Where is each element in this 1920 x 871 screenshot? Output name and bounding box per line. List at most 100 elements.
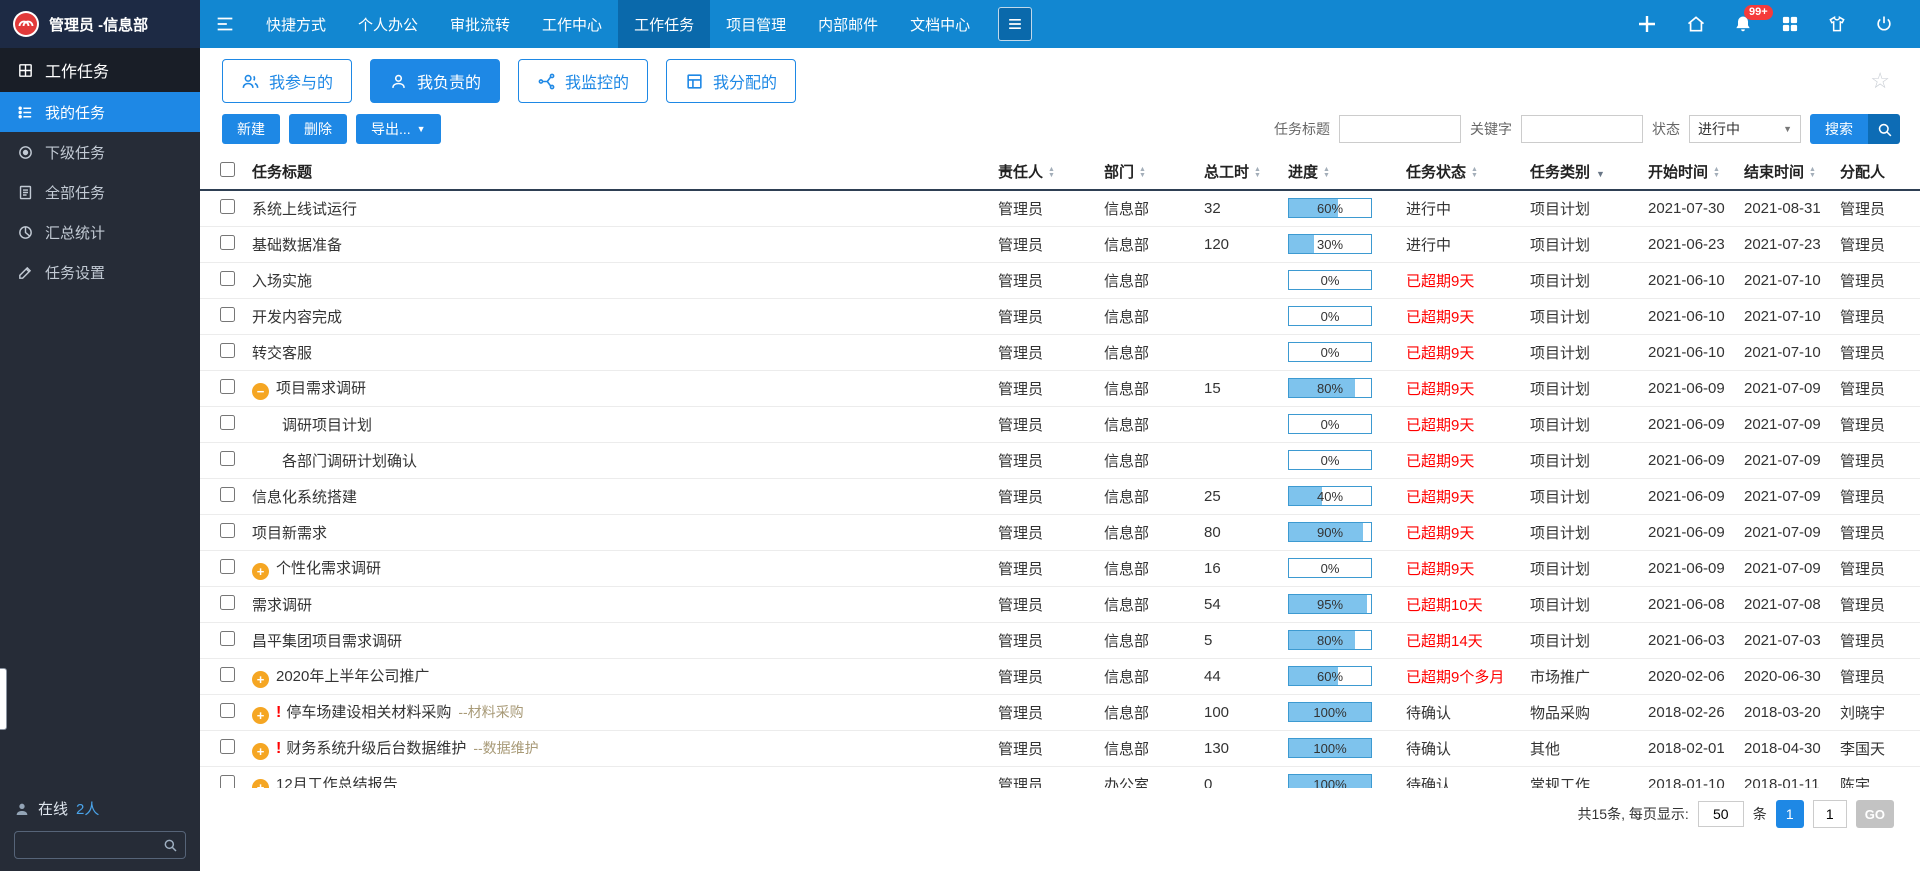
view-tab-我参与的[interactable]: 我参与的 bbox=[222, 59, 353, 103]
task-title-filter-input[interactable] bbox=[1339, 115, 1461, 143]
column-header-开始时间[interactable]: 开始时间 ▲ ▼ bbox=[1644, 154, 1740, 191]
sidebar-resize-handle[interactable] bbox=[0, 668, 7, 730]
task-title-link[interactable]: 系统上线试运行 bbox=[252, 201, 357, 218]
column-header-部门[interactable]: 部门 ▲ ▼ bbox=[1100, 154, 1200, 191]
collapse-icon[interactable]: − bbox=[252, 382, 269, 400]
row-checkbox[interactable] bbox=[220, 738, 235, 754]
task-title-link[interactable]: 各部门调研计划确认 bbox=[282, 453, 417, 470]
nav-menu-button[interactable] bbox=[200, 0, 250, 48]
row-checkbox[interactable] bbox=[220, 414, 235, 430]
sort-icon[interactable]: ▲ ▼ bbox=[1048, 166, 1055, 179]
table-row[interactable]: +2020年上半年公司推广 管理员 信息部 44 60% 已超期9个多月 市场推广 2020-… bbox=[200, 658, 1920, 695]
row-checkbox[interactable] bbox=[220, 594, 235, 610]
nav-item-快捷方式[interactable]: 快捷方式 bbox=[250, 0, 342, 48]
expand-icon[interactable]: + bbox=[252, 670, 269, 688]
keyword-filter-input[interactable] bbox=[1521, 115, 1643, 143]
task-title-link[interactable]: 入场实施 bbox=[252, 273, 312, 290]
more-menus-button[interactable] bbox=[998, 7, 1033, 41]
row-checkbox[interactable] bbox=[220, 486, 235, 502]
task-title-link[interactable]: 调研项目计划 bbox=[282, 417, 372, 434]
theme-icon[interactable] bbox=[1827, 14, 1847, 34]
nav-item-审批流转[interactable]: 审批流转 bbox=[434, 0, 526, 48]
expand-icon[interactable]: + bbox=[252, 562, 269, 580]
sidebar-search-icon[interactable] bbox=[162, 837, 178, 853]
task-title-link[interactable]: 开发内容完成 bbox=[252, 309, 342, 326]
column-header-进度[interactable]: 进度 ▲ ▼ bbox=[1284, 154, 1402, 191]
row-checkbox[interactable] bbox=[220, 378, 235, 394]
task-title-link[interactable]: 昌平集团项目需求调研 bbox=[252, 633, 402, 650]
sidebar-search-input[interactable] bbox=[14, 831, 186, 859]
task-title-link[interactable]: 停车场建设相关材料采购 bbox=[286, 704, 451, 721]
sidebar-item-汇总统计[interactable]: 汇总统计 bbox=[0, 212, 200, 252]
row-checkbox[interactable] bbox=[220, 306, 235, 322]
sort-icon[interactable]: ▲ ▼ bbox=[1713, 166, 1720, 179]
row-checkbox[interactable] bbox=[220, 450, 235, 466]
sidebar-item-全部任务[interactable]: 全部任务 bbox=[0, 172, 200, 212]
sort-icon[interactable]: ▲ ▼ bbox=[1809, 166, 1816, 179]
favorite-star-icon[interactable]: ☆ bbox=[1870, 70, 1890, 92]
apps-grid-icon[interactable] bbox=[1780, 14, 1800, 34]
filter-dropdown-icon[interactable]: ▼ bbox=[1596, 169, 1605, 179]
table-row[interactable]: 转交客服 管理员 信息部 0% 已超期9天 项目计划 2021-06-10 2021-07-1… bbox=[200, 334, 1920, 371]
sidebar-item-下级任务[interactable]: 下级任务 bbox=[0, 132, 200, 172]
task-title-link[interactable]: 转交客服 bbox=[252, 345, 312, 362]
row-checkbox[interactable] bbox=[220, 522, 235, 538]
new-button[interactable]: 新建 bbox=[222, 114, 280, 144]
table-row[interactable]: 各部门调研计划确认 管理员 信息部 0% 已超期9天 项目计划 2021-06-09 2021… bbox=[200, 442, 1920, 479]
nav-item-工作中心[interactable]: 工作中心 bbox=[526, 0, 618, 48]
current-page-button[interactable]: 1 bbox=[1775, 800, 1804, 828]
task-title-link[interactable]: 个性化需求调研 bbox=[276, 560, 381, 577]
nav-item-工作任务[interactable]: 工作任务 bbox=[618, 0, 711, 48]
row-checkbox[interactable] bbox=[220, 666, 235, 682]
search-button[interactable]: 搜索 bbox=[1810, 114, 1900, 144]
expand-icon[interactable]: + bbox=[252, 778, 269, 788]
table-row[interactable]: 基础数据准备 管理员 信息部 120 30% 进行中 项目计划 2021-06-23 2021-… bbox=[200, 226, 1920, 263]
table-row[interactable]: 昌平集团项目需求调研 管理员 信息部 5 80% 已超期14天 项目计划 2021-06-03… bbox=[200, 622, 1920, 659]
expand-icon[interactable]: + bbox=[252, 706, 269, 724]
sort-icon[interactable]: ▲ ▼ bbox=[1323, 166, 1330, 179]
delete-button[interactable]: 删除 bbox=[289, 114, 347, 144]
nav-item-项目管理[interactable]: 项目管理 bbox=[710, 0, 802, 48]
column-header-任务类别[interactable]: 任务类别 ▼ bbox=[1526, 154, 1644, 191]
row-checkbox[interactable] bbox=[220, 234, 235, 250]
row-checkbox[interactable] bbox=[220, 270, 235, 286]
export-button[interactable]: 导出... ▼ bbox=[356, 114, 441, 144]
sidebar-item-我的任务[interactable]: 我的任务 bbox=[0, 92, 200, 132]
online-users[interactable]: 在线 2人 bbox=[14, 798, 186, 819]
task-title-link[interactable]: 基础数据准备 bbox=[252, 237, 342, 254]
row-checkbox[interactable] bbox=[220, 630, 235, 646]
task-title-link[interactable]: 12月工作总结报告 bbox=[276, 776, 398, 789]
row-checkbox[interactable] bbox=[220, 774, 235, 788]
task-title-link[interactable]: 财务系统升级后台数据维护 bbox=[286, 740, 466, 757]
table-row[interactable]: +! 停车场建设相关材料采购 --材料采购 管理员 信息部 100 100% 待确认 物品采购 2… bbox=[200, 694, 1920, 731]
nav-item-文档中心[interactable]: 文档中心 bbox=[894, 0, 986, 48]
column-header-总工时[interactable]: 总工时 ▲ ▼ bbox=[1200, 154, 1284, 191]
table-row[interactable]: 开发内容完成 管理员 信息部 0% 已超期9天 项目计划 2021-06-10 2021-07… bbox=[200, 298, 1920, 335]
table-row[interactable]: 入场实施 管理员 信息部 0% 已超期9天 项目计划 2021-06-10 2021-07-1… bbox=[200, 262, 1920, 299]
go-button[interactable]: GO bbox=[1855, 800, 1894, 828]
sort-icon[interactable]: ▲ ▼ bbox=[1471, 166, 1478, 179]
view-tab-我监控的[interactable]: 我监控的 bbox=[518, 59, 649, 103]
table-row[interactable]: 信息化系统搭建 管理员 信息部 25 40% 已超期9天 项目计划 2021-06-09 202… bbox=[200, 478, 1920, 515]
expand-icon[interactable]: + bbox=[252, 742, 269, 760]
table-row[interactable]: − 项目需求调研 管理员 信息部 15 80% 已超期9天 项目计划 2021-06-09 202… bbox=[200, 370, 1920, 407]
row-checkbox[interactable] bbox=[220, 702, 235, 718]
sort-icon[interactable]: ▲ ▼ bbox=[1254, 166, 1261, 179]
nav-item-内部邮件[interactable]: 内部邮件 bbox=[802, 0, 894, 48]
task-title-link[interactable]: 项目新需求 bbox=[252, 525, 327, 542]
table-row[interactable]: 系统上线试运行 管理员 信息部 32 60% 进行中 项目计划 2021-07-30 2021-… bbox=[200, 190, 1920, 227]
view-tab-我分配的[interactable]: 我分配的 bbox=[666, 59, 797, 103]
row-checkbox[interactable] bbox=[220, 342, 235, 358]
nav-item-个人办公[interactable]: 个人办公 bbox=[342, 0, 434, 48]
view-tab-我负责的[interactable]: 我负责的 bbox=[370, 59, 501, 103]
column-header-责任人[interactable]: 责任人 ▲ ▼ bbox=[994, 154, 1100, 191]
row-checkbox[interactable] bbox=[220, 198, 235, 214]
task-title-link[interactable]: 需求调研 bbox=[252, 597, 312, 614]
column-header-结束时间[interactable]: 结束时间 ▲ ▼ bbox=[1740, 154, 1836, 191]
task-title-link[interactable]: 项目需求调研 bbox=[276, 380, 366, 397]
status-filter-select[interactable]: 进行中 ▼ bbox=[1689, 115, 1801, 143]
table-row[interactable]: 项目新需求 管理员 信息部 80 90% 已超期9天 项目计划 2021-06-09 2021-… bbox=[200, 514, 1920, 551]
bell-wrap[interactable]: 99+ bbox=[1733, 5, 1773, 34]
task-title-link[interactable]: 信息化系统搭建 bbox=[252, 489, 357, 506]
page-jump-input[interactable] bbox=[1812, 800, 1847, 828]
